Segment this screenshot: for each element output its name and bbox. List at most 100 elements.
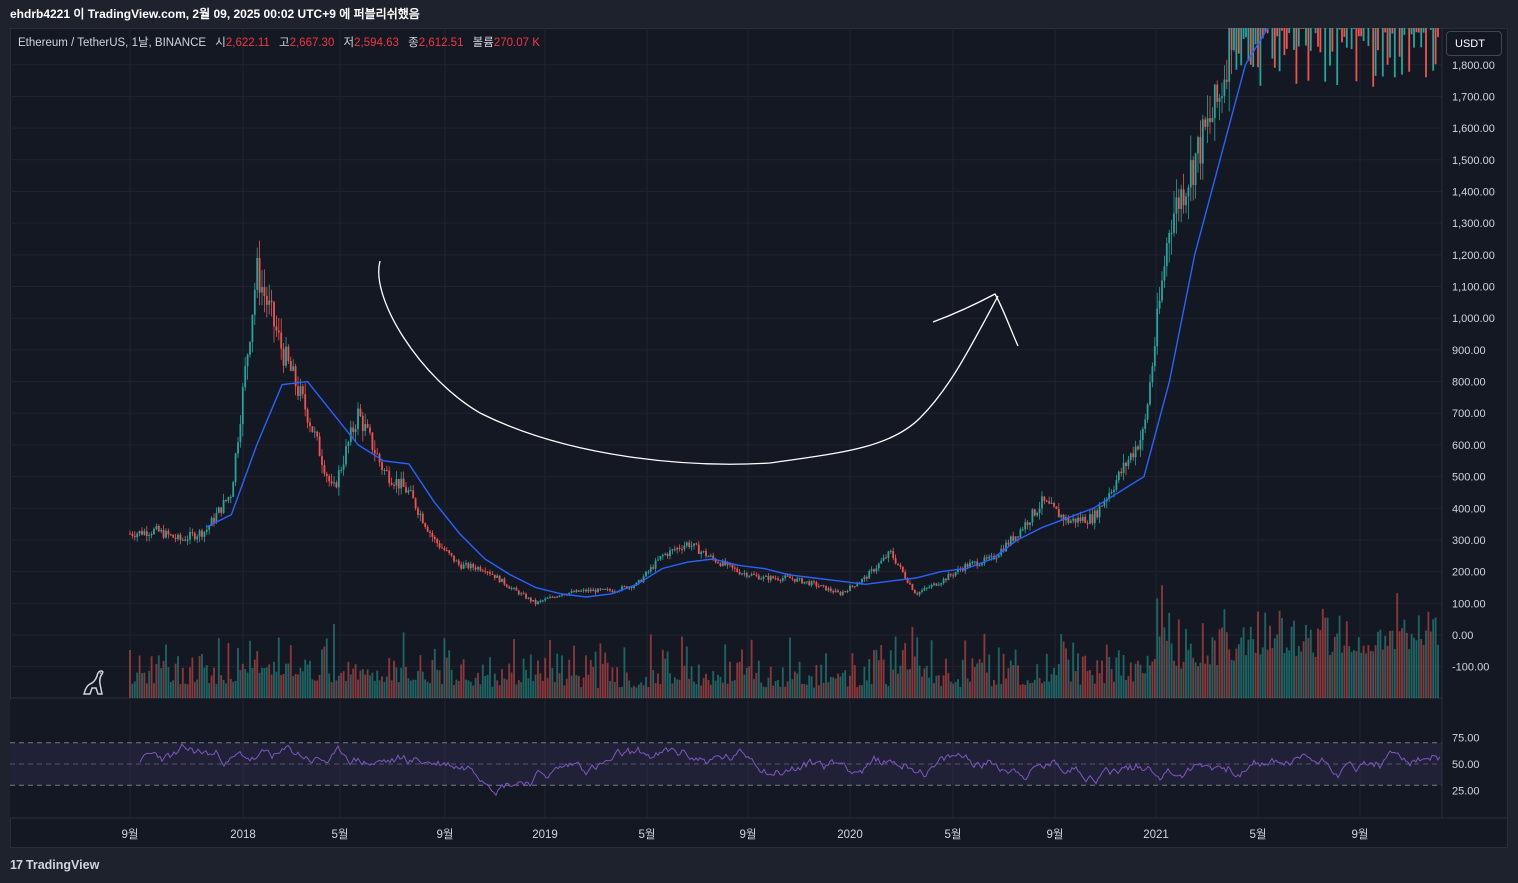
volume-bar [342,671,345,698]
price-candle [1254,28,1257,45]
volume-bar [757,660,760,698]
volume-bar [309,660,311,698]
volume-bar [935,675,938,698]
price-candle [445,550,448,552]
volume-bar [1117,650,1120,698]
price-candle [649,567,652,572]
volume-bar [1103,683,1106,698]
price-candle [546,598,549,600]
close-label: 종 [408,37,419,49]
price-candle [1259,28,1262,86]
volume-bar [141,673,143,698]
volume-bar [621,686,623,698]
currency-unit-button[interactable]: USDT [1446,31,1502,56]
open-value: 2,622.11 [225,37,270,49]
volume-bar [904,642,907,698]
y-tick-label: 700.00 [1452,408,1486,420]
price-candle [1077,517,1079,523]
price-candle [429,531,431,533]
price-candle [1031,509,1034,523]
price-candle [537,601,539,605]
price-candle [755,574,758,576]
price-candle [239,424,242,443]
volume-bar [695,684,698,698]
volume-bar [604,652,607,698]
price-candle [659,556,662,560]
volume-bar [786,681,789,698]
volume-bar [489,657,491,698]
volume-bar [844,670,847,698]
price-candle [1055,506,1058,509]
volume-bar [1029,683,1031,698]
price-candle [851,585,854,587]
price-candle [798,578,801,580]
hand-drawn-curve[interactable] [378,260,999,465]
volume-bar [933,683,935,698]
volume-bar [455,679,458,698]
volume-bar [409,680,412,698]
volume-bar [268,664,271,698]
volume-bar [1264,612,1267,698]
chart-canvas[interactable]: 1,800.00 1,700.00 1,600.00 1,500.00 1,400.00… [10,28,1508,848]
volume-bar [189,667,191,698]
price-candle [1127,459,1130,466]
footer-brand[interactable]: 17 TradingView [10,850,99,880]
volume-bar [1391,630,1394,698]
price-candle [1413,28,1415,48]
volume-bar [441,684,443,698]
price-candle [457,560,460,565]
price-candle [803,581,806,584]
volume-bar [1367,645,1370,698]
price-candle [414,498,417,509]
volume-bar [505,679,508,698]
volume-bar [364,674,367,698]
price-candle [966,564,969,567]
price-candle [647,571,650,573]
price-candle [1110,491,1113,494]
volume-bar [1420,638,1423,698]
volume-bar [1281,618,1283,698]
price-candle [388,470,391,483]
volume-bar [337,675,340,698]
price-candle [1249,28,1252,65]
price-candle [904,572,907,579]
price-candle [909,582,911,585]
dinosaur-icon[interactable] [80,668,110,698]
volume-bar [280,675,283,698]
volume-bar [1389,630,1391,698]
volume-bar [1386,645,1389,698]
volume-bar [393,660,395,698]
price-candle [1240,28,1243,66]
volume-bar [1276,634,1279,698]
price-candle [839,592,842,595]
volume-bar [1422,644,1425,698]
symbol-title[interactable]: Ethereum / TetherUS, 1날, BINANCE [18,37,206,49]
volume-bar [1067,659,1070,698]
volume-bar [625,672,628,698]
y-tick-label: 1,500.00 [1452,155,1495,167]
price-candle [129,533,131,535]
volume-bar [736,662,739,698]
volume-bar [299,667,302,698]
price-candle [532,599,535,602]
price-candle [940,583,943,585]
volume-bar [1101,660,1103,698]
price-candle [685,542,688,546]
volume-bar [697,664,700,698]
volume-bar [841,672,844,698]
price-candle [424,523,427,527]
volume-bar [148,670,151,698]
volume-bar [311,679,314,698]
volume-bar [990,686,993,698]
price-candle [829,588,832,592]
price-candle [870,569,873,572]
volume-bar [1041,683,1043,698]
volume-bar [959,686,962,698]
volume-bar [664,658,667,698]
volume-bar [1348,646,1351,698]
volume-bar [1410,633,1413,698]
price-candle [313,431,316,433]
volume-bar [568,659,571,698]
volume-bar [1305,624,1307,698]
price-candle [762,576,765,579]
